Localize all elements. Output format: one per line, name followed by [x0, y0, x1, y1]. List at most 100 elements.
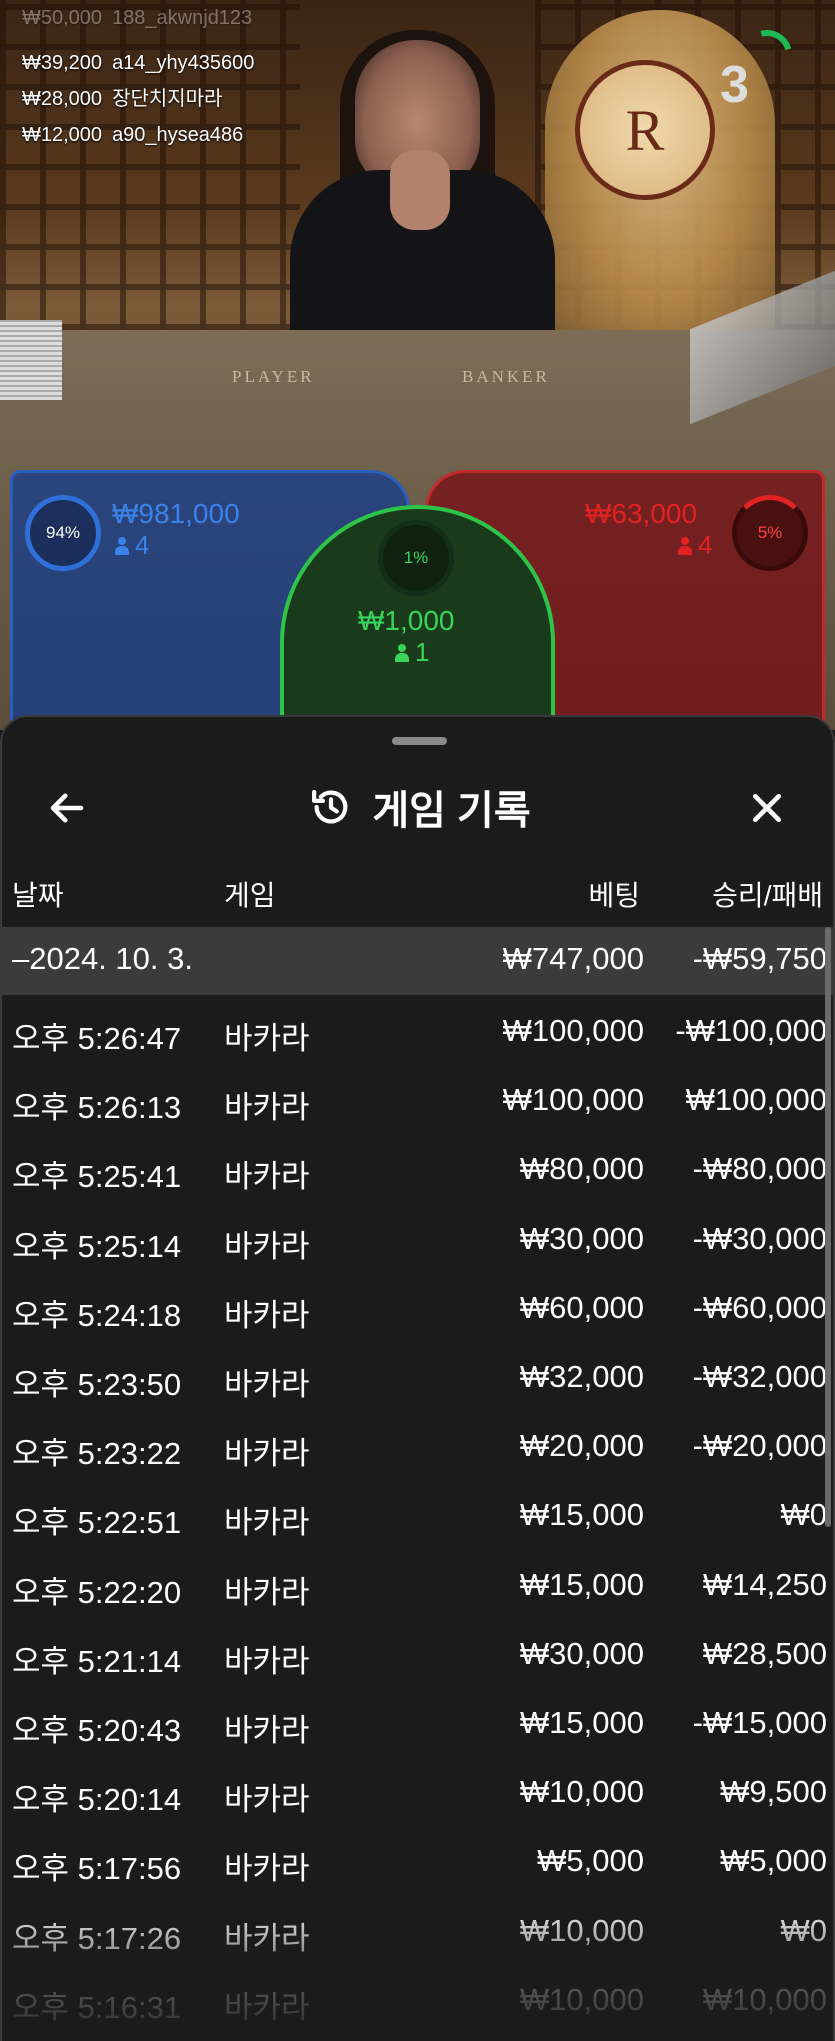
history-row-time: 오후 5:21:14 — [12, 1643, 182, 1679]
person-icon — [678, 537, 692, 555]
date-group-label: –2024. 10. 3. — [12, 941, 193, 976]
history-row-bet: ₩15,000 — [519, 1705, 644, 1740]
history-row-game: 바카라 — [224, 1159, 310, 1195]
history-row-time: 오후 5:23:50 — [12, 1367, 182, 1402]
felt-player-label: PLAYER — [232, 367, 315, 386]
date-group-result-total: -₩59,750 — [692, 941, 827, 976]
winner-user: a14_yhy435600 — [112, 52, 255, 74]
history-row-game: 바카라 — [224, 1713, 310, 1748]
history-row-time: 오후 5:22:20 — [12, 1574, 182, 1610]
close-button[interactable] — [742, 783, 792, 833]
live-dealer-video: R PLAYER BANKER ₩50,000 188_akwnjd123 ₩39… — [0, 0, 835, 730]
winner-user: 장단치지마라 — [112, 88, 223, 110]
history-row-bet: ₩30,000 — [519, 1220, 644, 1256]
history-row-time: 오후 5:22:51 — [12, 1505, 182, 1541]
history-row[interactable]: 오후 5:22:51 바카라 ₩15,000 ₩0 — [2, 1483, 833, 1551]
history-row-bet: ₩15,000 — [519, 1566, 644, 1602]
history-row[interactable]: 오후 5:26:13 바카라 ₩100,000 ₩100,000 — [2, 1068, 833, 1136]
history-row-result: -₩80,000 — [692, 1151, 827, 1187]
history-row-result: -₩15,000 — [692, 1705, 827, 1740]
history-row[interactable]: 오후 5:22:20 바카라 ₩15,000 ₩14,250 — [2, 1553, 833, 1621]
column-header-bet: 베팅 — [588, 880, 640, 911]
history-row-result: ₩9,500 — [720, 1774, 827, 1810]
banker-percent-ring: 5% — [732, 495, 808, 571]
player-percent: 94% — [45, 523, 81, 542]
player-percent-ring: 94% — [25, 495, 101, 571]
history-row-result: -₩20,000 — [692, 1428, 827, 1464]
winner-user: 188_akwnjd123 — [112, 7, 253, 29]
history-row[interactable]: 오후 5:21:14 바카라 ₩30,000 ₩28,500 — [2, 1622, 833, 1690]
winner-row: ₩12,000 a90_hysea486 — [22, 117, 264, 153]
history-row-game: 바카라 — [224, 1436, 310, 1472]
history-row-bet: ₩80,000 — [519, 1151, 644, 1187]
history-row-bet: ₩32,000 — [519, 1359, 644, 1394]
history-row-bet: ₩15,000 — [519, 1497, 644, 1533]
history-row-game: 바카라 — [224, 1297, 310, 1333]
card-stack — [0, 320, 62, 400]
history-row[interactable]: 오후 5:20:14 바카라 ₩10,000 ₩9,500 — [2, 1760, 833, 1828]
history-row-result: ₩0 — [780, 1497, 828, 1533]
history-row-result: ₩28,500 — [702, 1635, 827, 1671]
player-bettor-count: 4 — [115, 530, 149, 561]
history-row-time: 오후 5:20:43 — [12, 1713, 182, 1748]
page-title: 게임 기록 — [372, 789, 531, 833]
winner-row: ₩50,000 188_akwnjd123 — [22, 0, 264, 36]
history-row-bet: ₩60,000 — [519, 1289, 644, 1325]
history-row-time: 오후 5:26:47 — [12, 1021, 182, 1056]
history-row-game: 바카라 — [224, 1228, 310, 1264]
sheet-title: 게임 기록 — [2, 767, 833, 847]
history-row-bet: ₩100,000 — [502, 1082, 644, 1118]
scrollbar[interactable] — [825, 927, 831, 1527]
history-row-bet: ₩10,000 — [519, 1981, 644, 2017]
winners-feed: ₩50,000 188_akwnjd123 ₩39,200 a14_yhy43560… — [22, 7, 264, 153]
person-icon — [395, 644, 409, 662]
history-row[interactable]: 오후 5:17:56 바카라 ₩5,000 ₩5,000 — [2, 1829, 833, 1897]
game-history-sheet: 게임 기록 날짜 게임 베팅 승리/패배 –2024. 10. 3. ₩747,… — [0, 715, 835, 2041]
tie-percent-ring: 1% — [378, 520, 454, 596]
history-row-game: 바카라 — [224, 1574, 310, 1610]
history-row-game: 바카라 — [224, 1367, 310, 1402]
banker-total-amount: ₩63,000 — [585, 498, 698, 529]
history-row-time: 오후 5:26:13 — [12, 1090, 182, 1126]
history-row-game: 바카라 — [224, 1989, 310, 2025]
casino-logo: R — [575, 60, 715, 200]
history-row-game: 바카라 — [224, 1851, 310, 1887]
history-row-result: ₩10,000 — [702, 1981, 827, 2017]
history-row-time: 오후 5:25:14 — [12, 1228, 182, 1264]
winner-amount: ₩28,000 — [22, 88, 103, 110]
winner-amount: ₩12,000 — [22, 124, 103, 146]
sheet-header: 게임 기록 — [2, 767, 833, 847]
sheet-drag-handle[interactable] — [392, 737, 447, 745]
player-total-amount: ₩981,000 — [112, 498, 240, 529]
history-row-time: 오후 5:17:26 — [12, 1920, 182, 1956]
history-row[interactable]: 오후 5:16:31 바카라 ₩10,000 ₩10,000 — [2, 1968, 833, 2036]
date-group-row[interactable]: –2024. 10. 3. ₩747,000 -₩59,750 — [2, 927, 833, 995]
history-row[interactable]: 오후 5:24:18 바카라 ₩60,000 -₩60,000 — [2, 1276, 833, 1344]
tie-total-amount: ₩1,000 — [358, 605, 455, 636]
column-header-date: 날짜 — [12, 880, 64, 911]
history-row[interactable]: 오후 5:25:14 바카라 ₩30,000 -₩30,000 — [2, 1207, 833, 1275]
history-row-bet: ₩20,000 — [519, 1428, 644, 1464]
history-row-time: 오후 5:16:31 — [12, 1989, 182, 2025]
history-row[interactable]: 오후 5:25:41 바카라 ₩80,000 -₩80,000 — [2, 1137, 833, 1205]
history-row-result: ₩14,250 — [702, 1566, 827, 1602]
history-row[interactable]: 오후 5:20:43 바카라 ₩15,000 -₩15,000 — [2, 1691, 833, 1759]
close-icon — [753, 794, 781, 822]
history-row-result: -₩60,000 — [692, 1289, 827, 1325]
history-row-result: -₩30,000 — [692, 1220, 827, 1256]
back-button[interactable] — [42, 783, 92, 833]
winner-amount: ₩50,000 — [22, 7, 103, 29]
history-row[interactable]: 오후 5:26:47 바카라 ₩100,000 -₩100,000 — [2, 999, 833, 1067]
history-row-game: 바카라 — [224, 1090, 310, 1126]
logo-letter: R — [625, 97, 665, 163]
history-row-game: 바카라 — [224, 1782, 310, 1818]
history-row[interactable]: 오후 5:17:26 바카라 ₩10,000 ₩0 — [2, 1899, 833, 1967]
history-row-result: ₩0 — [780, 1912, 828, 1948]
countdown-timer: 3 — [720, 56, 749, 114]
history-row[interactable]: 오후 5:23:22 바카라 ₩20,000 -₩20,000 — [2, 1414, 833, 1482]
history-row-time: 오후 5:24:18 — [12, 1297, 182, 1333]
history-row[interactable]: 오후 5:23:50 바카라 ₩32,000 -₩32,000 — [2, 1345, 833, 1413]
date-group-bet-total: ₩747,000 — [502, 941, 644, 976]
history-row-result: ₩5,000 — [720, 1843, 827, 1879]
banker-count-value: 4 — [698, 530, 713, 560]
